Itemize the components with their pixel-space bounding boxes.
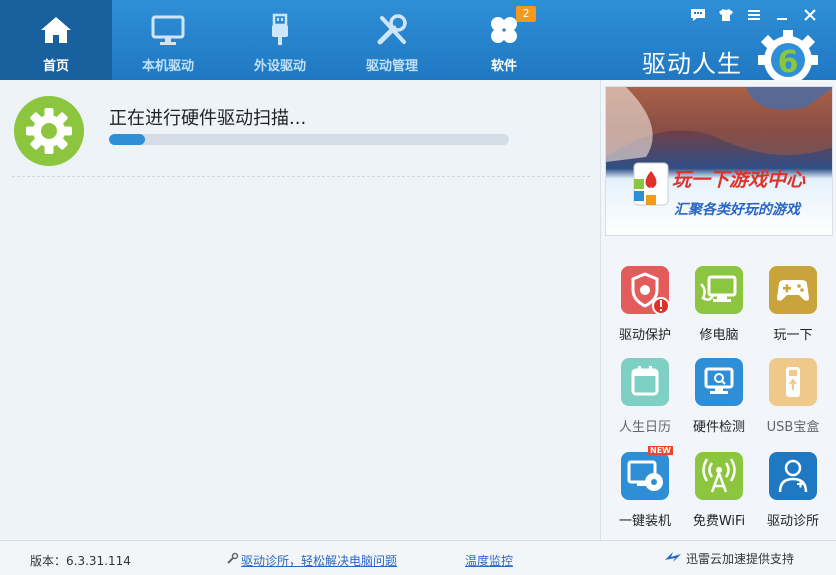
divider <box>12 176 590 177</box>
skin-icon <box>719 9 733 21</box>
tool-repair-pc[interactable]: 修电脑 <box>682 266 756 343</box>
gear-icon <box>26 108 72 154</box>
top-bar: 首页 本机驱动 外设驱动 驱动管理 软件 2 驱动人生 6 <box>0 0 836 86</box>
tool-usb-box[interactable]: USB宝盒 <box>756 358 830 435</box>
menu-icon <box>748 10 760 20</box>
side-panel: 玩一下游戏中心 汇聚各类好玩的游戏 驱动保护 修电脑 玩一下 人生日历 硬件检测… <box>600 80 836 540</box>
nav-home[interactable]: 首页 <box>0 0 112 80</box>
tool-one-click-install-label: 一键装机 <box>618 514 671 529</box>
banner-subtitle: 汇聚各类好玩的游戏 <box>674 202 800 218</box>
feedback-button[interactable] <box>684 6 712 24</box>
calendar-icon <box>621 358 669 406</box>
message-icon <box>691 9 705 21</box>
tool-repair-pc-label: 修电脑 <box>699 328 739 343</box>
software-update-badge: 2 <box>516 6 536 22</box>
skin-button[interactable] <box>712 6 740 24</box>
scan-progress-fill <box>109 134 145 145</box>
menu-button[interactable] <box>740 6 768 24</box>
new-tag: NEW <box>648 446 673 455</box>
temperature-monitor-link[interactable]: 温度监控 <box>465 552 513 569</box>
nav-driver-management-label: 驱动管理 <box>365 59 418 74</box>
nav-peripheral-drivers[interactable]: 外设驱动 <box>224 0 336 80</box>
nav-home-label: 首页 <box>42 59 69 74</box>
thunder-bird-icon <box>665 552 681 562</box>
tool-calendar[interactable]: 人生日历 <box>608 358 682 435</box>
minimize-icon <box>777 18 787 20</box>
scan-status-text: 正在进行硬件驱动扫描... <box>109 108 307 129</box>
tool-driver-protection-label: 驱动保护 <box>618 328 671 343</box>
game-center-banner[interactable]: 玩一下游戏中心 汇聚各类好玩的游戏 <box>605 86 833 236</box>
minimize-button[interactable] <box>768 6 796 24</box>
nav-driver-management[interactable]: 驱动管理 <box>336 0 448 80</box>
tool-one-click-install[interactable]: NEW 一键装机 <box>608 446 682 529</box>
scan-status-indicator <box>14 96 84 166</box>
version-text: 版本：6.3.31.114 <box>30 554 131 568</box>
nav-local-drivers[interactable]: 本机驱动 <box>112 0 224 80</box>
svg-text:6: 6 <box>778 45 799 80</box>
gear-6-logo: 6 <box>758 30 818 86</box>
usb-box-icon <box>769 358 817 406</box>
monitor-icon <box>151 15 185 45</box>
tool-calendar-label: 人生日历 <box>618 420 671 435</box>
banner-title: 玩一下游戏中心 <box>672 169 806 191</box>
tool-play-games-label: 玩一下 <box>773 328 813 343</box>
window-controls <box>684 6 824 24</box>
nav-software[interactable]: 软件 <box>448 0 560 80</box>
close-button[interactable] <box>796 6 824 24</box>
usb-plug-icon <box>272 13 288 45</box>
shield-gear-icon <box>621 266 670 315</box>
tool-driver-clinic[interactable]: 驱动诊所 <box>756 452 830 529</box>
status-bar: 版本：6.3.31.114 驱动诊所，轻松解决电脑问题 温度监控 迅雷云加速提供… <box>0 540 836 575</box>
repair-monitor-icon <box>695 266 743 314</box>
tool-driver-clinic-label: 驱动诊所 <box>766 514 819 529</box>
home-icon <box>41 17 71 43</box>
tool-play-games[interactable]: 玩一下 <box>756 266 830 343</box>
tools-icon <box>377 14 407 45</box>
hardware-check-icon <box>695 358 743 406</box>
doctor-icon <box>769 452 817 500</box>
nav-local-drivers-label: 本机驱动 <box>141 59 194 74</box>
wrench-icon <box>227 552 239 564</box>
close-icon <box>804 9 816 21</box>
nav-software-label: 软件 <box>490 59 517 74</box>
nav-peripheral-drivers-label: 外设驱动 <box>253 59 306 74</box>
scan-progress-bar <box>109 134 509 145</box>
tool-hardware-check-label: 硬件检测 <box>692 420 745 435</box>
thunder-cloud-credit: 迅雷云加速提供支持 <box>686 552 795 566</box>
tool-usb-box-label: USB宝盒 <box>766 420 820 435</box>
main-nav: 首页 本机驱动 外设驱动 驱动管理 软件 <box>0 0 560 80</box>
tool-free-wifi[interactable]: 免费WiFi <box>682 452 756 529</box>
install-disc-icon: NEW <box>621 446 673 500</box>
tool-driver-protection[interactable]: 驱动保护 <box>608 266 682 343</box>
wifi-tower-icon <box>695 452 743 500</box>
brand-name: 驱动人生 <box>642 50 742 78</box>
gamepad-icon <box>769 266 817 314</box>
scan-area: 正在进行硬件驱动扫描... <box>0 80 600 540</box>
tool-hardware-check[interactable]: 硬件检测 <box>682 358 756 435</box>
driver-clinic-link[interactable]: 驱动诊所，轻松解决电脑问题 <box>241 552 397 569</box>
tool-free-wifi-label: 免费WiFi <box>692 514 746 529</box>
